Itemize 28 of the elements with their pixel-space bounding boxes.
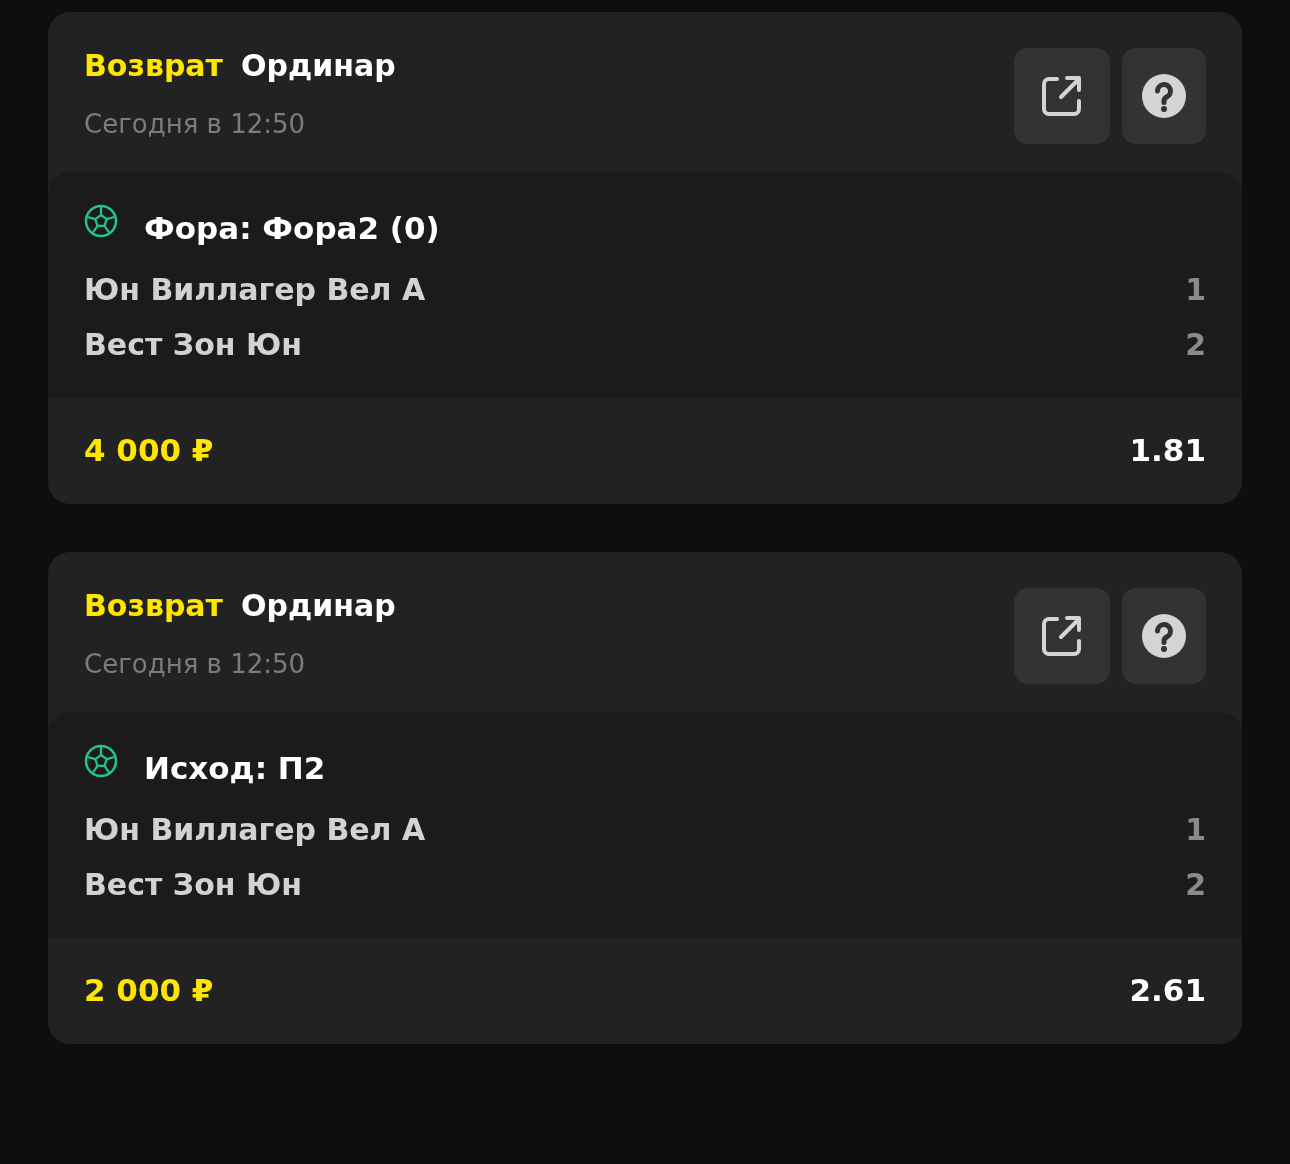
bet-odds: 1.81	[1129, 432, 1206, 468]
bet-time: Сегодня в 12:50	[84, 649, 307, 679]
help-icon	[1141, 73, 1187, 119]
bet-type: Ординар	[241, 48, 396, 83]
bet-type: Ординар	[241, 588, 396, 623]
football-icon	[84, 744, 118, 778]
share-button[interactable]	[1014, 588, 1110, 684]
bet-status: Возврат	[84, 48, 223, 83]
team-name: Вест Зон Юн	[84, 867, 302, 902]
team-number: 2	[1185, 327, 1206, 362]
team-name: Вест Зон Юн	[84, 327, 302, 362]
bet-odds: 2.61	[1129, 972, 1206, 1008]
help-button[interactable]	[1122, 588, 1206, 684]
share-button[interactable]	[1014, 48, 1110, 144]
help-icon	[1141, 613, 1187, 659]
market-name: Фора: Фора2 (0)	[144, 210, 440, 246]
team-name: Юн Виллагер Вел А	[84, 812, 426, 847]
team-number: 2	[1185, 867, 1206, 902]
market-name: Исход: П2	[144, 750, 326, 786]
team-name: Юн Виллагер Вел А	[84, 272, 426, 307]
bet-time: Сегодня в 12:50	[84, 109, 307, 139]
team-number: 1	[1185, 272, 1206, 307]
team-number: 1	[1185, 812, 1206, 847]
football-icon	[84, 204, 118, 238]
bet-amount: 2 000 ₽	[84, 972, 214, 1008]
bet-amount: 4 000 ₽	[84, 432, 214, 468]
help-button[interactable]	[1122, 48, 1206, 144]
bet-status: Возврат	[84, 588, 223, 623]
